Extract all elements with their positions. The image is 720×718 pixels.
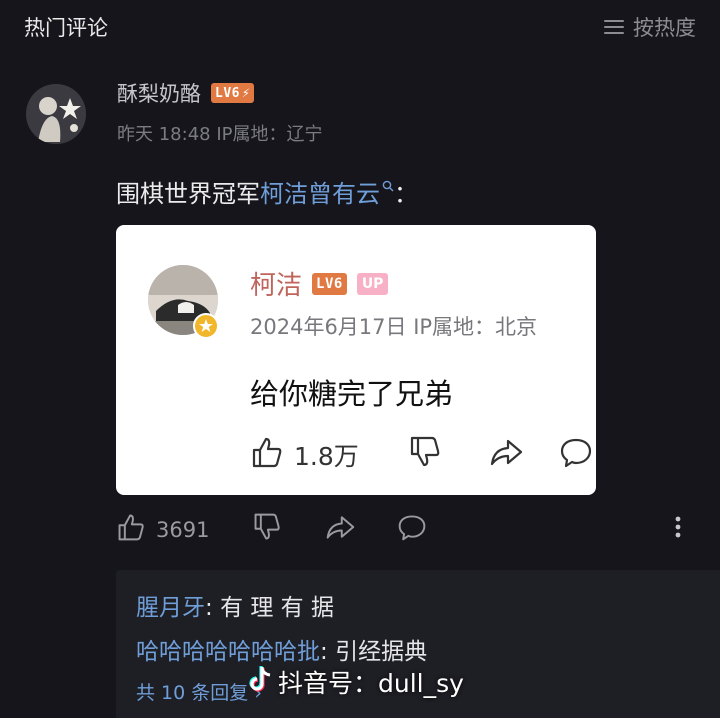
sort-label: 按热度 bbox=[633, 16, 696, 40]
comment-meta: 昨天 18:48 IP属地：辽宁 bbox=[117, 124, 323, 145]
comment-actions: 3691 bbox=[116, 512, 696, 552]
quoted-dislike-button[interactable] bbox=[408, 435, 442, 475]
quoted-reply-button[interactable] bbox=[558, 435, 594, 475]
douyin-watermark: 抖音号：dull_sy bbox=[248, 664, 464, 700]
quoted-author-name[interactable]: 柯洁 bbox=[250, 265, 302, 302]
avatar[interactable] bbox=[26, 84, 86, 144]
reply-author[interactable]: 腥月牙 bbox=[136, 595, 205, 621]
quoted-level-badge: LV6 bbox=[312, 272, 347, 295]
quoted-text: 给你糖完了兄弟 bbox=[250, 377, 454, 411]
comment-author[interactable]: 酥梨奶酪 LV6 ⚡ bbox=[117, 78, 255, 108]
level-badge: LV6 ⚡ bbox=[211, 83, 255, 103]
reply-text: 有 理 有 据 bbox=[220, 595, 334, 621]
search-icon[interactable] bbox=[382, 170, 394, 198]
search-link[interactable]: 柯洁曾有云 bbox=[260, 180, 380, 208]
view-more-replies-link[interactable]: 共 10 条回复 › bbox=[136, 678, 262, 705]
more-options-button[interactable] bbox=[672, 512, 684, 547]
share-icon bbox=[488, 435, 524, 475]
up-badge: UP bbox=[356, 272, 389, 295]
comments-header: 热门评论 按热度 bbox=[0, 0, 720, 56]
thumbs-down-icon bbox=[252, 512, 282, 547]
author-name[interactable]: 酥梨奶酪 bbox=[117, 78, 201, 108]
verified-icon bbox=[193, 313, 219, 339]
share-icon bbox=[324, 512, 356, 547]
thumbs-up-icon bbox=[116, 512, 146, 547]
like-count: 3691 bbox=[156, 517, 210, 542]
hot-comments-title: 热门评论 bbox=[24, 16, 108, 40]
reply-author[interactable]: 哈哈哈哈哈哈哈批 bbox=[136, 639, 320, 665]
speech-bubble-icon bbox=[558, 435, 594, 475]
quoted-like-button[interactable]: 1.8万 bbox=[250, 435, 359, 475]
comment-text: 围棋世界冠军柯洁曾有云： bbox=[116, 170, 418, 209]
reply-item[interactable]: 腥月牙: 有 理 有 据 bbox=[136, 588, 334, 622]
like-button[interactable]: 3691 bbox=[116, 512, 209, 547]
reply-text: 引经据典 bbox=[335, 639, 428, 665]
reply-button[interactable] bbox=[396, 512, 428, 547]
sort-by-hot-button[interactable]: 按热度 bbox=[603, 12, 696, 42]
quoted-comment-card[interactable]: 柯洁 LV6 UP 2024年6月17日 IP属地：北京 给你糖完了兄弟 1.8… bbox=[116, 225, 596, 495]
quoted-share-button[interactable] bbox=[488, 435, 524, 475]
speech-bubble-icon bbox=[396, 512, 428, 547]
dislike-button[interactable] bbox=[252, 512, 282, 547]
lightning-icon: ⚡ bbox=[241, 85, 251, 101]
more-vertical-icon bbox=[672, 512, 684, 547]
quoted-author[interactable]: 柯洁 LV6 UP bbox=[250, 265, 389, 302]
list-icon bbox=[603, 18, 625, 36]
share-button[interactable] bbox=[324, 512, 356, 547]
douyin-logo-icon bbox=[248, 665, 274, 699]
quoted-meta: 2024年6月17日 IP属地：北京 bbox=[250, 315, 538, 339]
quoted-actions: 1.8万 bbox=[250, 435, 596, 475]
thumbs-down-icon bbox=[408, 435, 442, 475]
thumbs-up-icon bbox=[250, 435, 284, 475]
reply-item[interactable]: 哈哈哈哈哈哈哈批: 引经据典 bbox=[136, 632, 427, 666]
quoted-like-count: 1.8万 bbox=[294, 442, 359, 471]
douyin-id: 抖音号：dull_sy bbox=[278, 669, 464, 698]
